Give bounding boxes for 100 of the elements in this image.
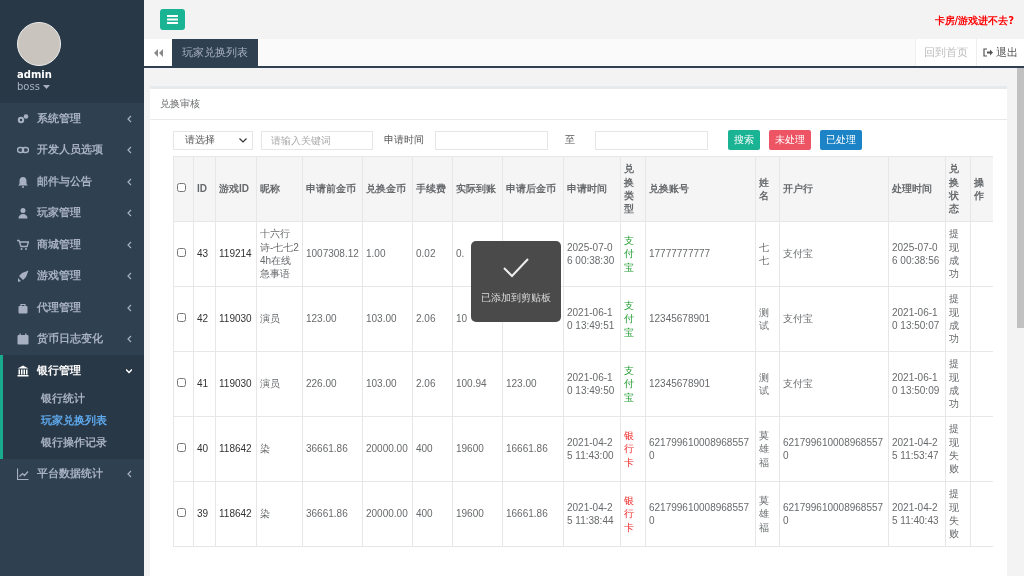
row-checkbox[interactable] [177, 313, 186, 323]
filter-label: 至 [565, 133, 575, 147]
column-header: 姓名 [755, 156, 780, 222]
table-cell: 2021-06-10 13:49:51 [567, 306, 615, 331]
filter-button[interactable]: 未处理 [769, 130, 811, 150]
filter-button[interactable]: 已处理 [820, 130, 862, 150]
sidebar-item[interactable]: 系统管理 [0, 103, 144, 135]
table-cell: 6217996100089685570 [649, 436, 750, 461]
table-cell: 2.06 [416, 313, 436, 325]
column-header: 开户行 [779, 156, 889, 222]
sidebar-subitem[interactable]: 银行操作记录 [41, 430, 144, 453]
bag-icon [17, 301, 29, 314]
sidebar-item[interactable]: 商城管理 [0, 229, 144, 261]
chevron-down-icon [239, 137, 247, 143]
table-cell: 七七 [759, 240, 769, 268]
sidebar-item[interactable]: 平台数据统计 [0, 458, 144, 490]
rocket-icon [17, 270, 29, 283]
table-cell: 20000.00 [366, 443, 408, 455]
scrollbar[interactable] [1017, 68, 1024, 328]
table-cell: 118642 [219, 443, 252, 455]
table-cell: 226.00 [306, 378, 337, 390]
chevron-left-icon [126, 335, 132, 344]
table-cell: 测试 [759, 305, 769, 333]
column-header: 兑换账号 [645, 156, 756, 222]
chart-icon [17, 468, 29, 481]
table-cell: 20000.00 [366, 508, 408, 520]
gears-icon [17, 112, 29, 125]
double-chevron-left-icon [153, 48, 163, 57]
row-checkbox[interactable] [177, 443, 186, 453]
column-header: 申请前金币 [302, 156, 363, 222]
chevron-left-icon [126, 272, 132, 281]
chevron-left-icon [126, 146, 132, 155]
logout-button[interactable]: 退出 [976, 39, 1024, 66]
table-cell: 100.94 [456, 378, 487, 390]
user-role-dropdown[interactable]: boss [17, 81, 50, 92]
table-cell: 支付宝 [624, 299, 634, 339]
row-checkbox[interactable] [177, 508, 186, 518]
table-cell: 莫雄福 [759, 494, 769, 534]
calendar-icon [17, 333, 29, 346]
sidebar-item[interactable]: 代理管理 [0, 292, 144, 324]
table-cell: 测试 [759, 370, 769, 398]
chevron-left-icon [126, 470, 132, 479]
sidebar-item[interactable]: 游戏管理 [0, 260, 144, 292]
avatar [17, 22, 61, 66]
table-cell: 2025-07-06 00:38:56 [892, 241, 940, 266]
select-dropdown[interactable]: 请选择 [173, 130, 253, 150]
toast: 已添加到剪贴板 [471, 241, 561, 322]
sidebar-item[interactable]: 货币日志变化 [0, 323, 144, 355]
sidebar-item[interactable]: 玩家管理 [0, 197, 144, 229]
end-date-input[interactable] [595, 130, 708, 150]
sign-out-icon [983, 48, 993, 57]
table-cell: 染 [260, 443, 270, 455]
table-cell: 16661.86 [506, 443, 548, 455]
table-cell: 119030 [219, 378, 252, 390]
table-cell: 118642 [219, 508, 252, 520]
menu-button[interactable] [160, 9, 185, 30]
table-cell: 支付宝 [783, 313, 813, 325]
table-cell: 提现失败 [949, 487, 959, 541]
bell-icon [17, 175, 29, 188]
table-cell: 103.00 [366, 313, 397, 325]
page-tab[interactable]: 玩家兑换列表 [172, 39, 258, 66]
select-all-checkbox[interactable] [177, 183, 186, 193]
table-cell: 支付宝 [783, 378, 813, 390]
start-date-input[interactable] [435, 130, 548, 150]
check-icon [503, 258, 529, 278]
sidebar-item[interactable]: 开发人员选项 [0, 134, 144, 166]
table-cell: 6217996100089685570 [649, 501, 750, 526]
sidebar-subitem[interactable]: 玩家兑换列表 [41, 408, 144, 431]
help-link[interactable]: 卡房/游戏进不去? [934, 13, 1014, 28]
chevron-left-icon [126, 177, 132, 186]
table-cell: 10 [456, 313, 468, 325]
table-cell: 银行卡 [624, 494, 634, 534]
sidebar-item[interactable]: 邮件与公告 [0, 166, 144, 198]
table-cell: 演员 [260, 313, 280, 325]
table-cell: 19600 [456, 508, 484, 520]
chevron-left-icon [126, 114, 132, 123]
sidebar-item[interactable]: 银行管理 [3, 355, 144, 387]
scroll-left-button[interactable] [144, 39, 172, 66]
user-name: admin [17, 69, 53, 80]
table-cell: 0.02 [416, 248, 436, 260]
table-cell: 2.06 [416, 378, 436, 390]
chevron-left-icon [126, 303, 132, 312]
table-cell: 12345678901 [649, 313, 711, 325]
keyword-input[interactable]: 请输入关键词 [261, 130, 373, 150]
filter-button[interactable]: 搜索 [728, 130, 760, 150]
table-cell: 123.00 [506, 378, 537, 390]
table-cell: 1007308.12 [306, 248, 359, 260]
sidebar-subitem[interactable]: 银行统计 [41, 386, 144, 409]
table-cell: 6217996100089685570 [783, 436, 884, 461]
filter-label: 申请时间 [384, 133, 424, 147]
table-cell: 2021-06-10 13:49:50 [567, 371, 615, 396]
row-checkbox[interactable] [177, 378, 186, 388]
user-icon [17, 207, 29, 220]
table-cell: 2025-07-06 00:38:30 [567, 241, 615, 266]
row-checkbox[interactable] [177, 248, 186, 258]
table-cell: 2021-04-25 11:43:00 [567, 436, 614, 461]
table-cell: 16661.86 [506, 508, 548, 520]
chevron-left-icon [126, 209, 132, 218]
table-cell: 123.00 [306, 313, 337, 325]
table-cell: 17777777777 [649, 248, 711, 260]
